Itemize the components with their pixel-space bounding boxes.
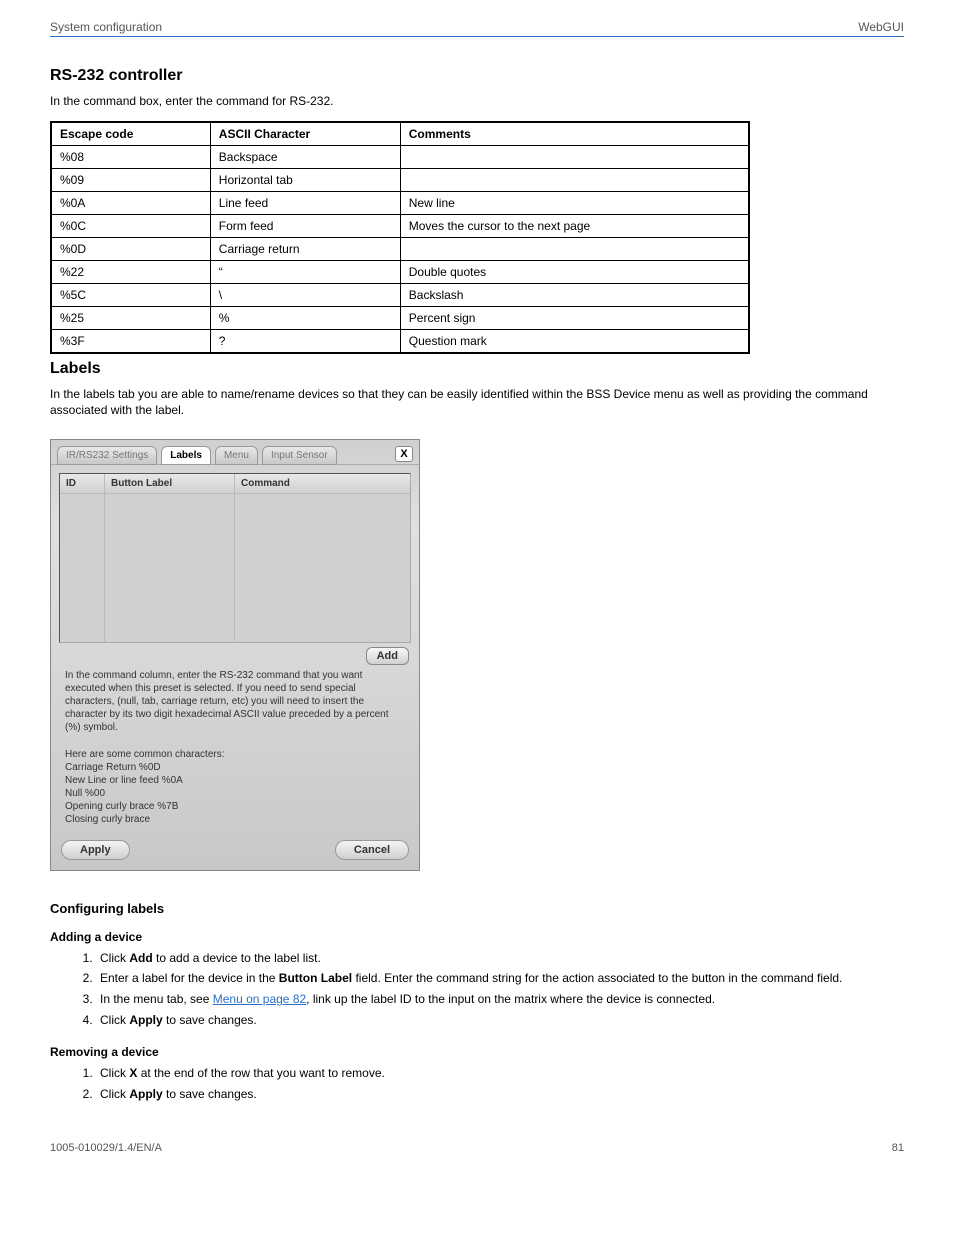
table-row: %25%Percent sign [51,307,749,330]
table-cell: Horizontal tab [210,169,400,192]
add-button[interactable]: Add [366,647,409,665]
adding-device-title: Adding a device [50,930,904,944]
th-ascii: ASCII Character [210,122,400,146]
table-cell [400,238,749,261]
table-cell: Double quotes [400,261,749,284]
labels-dialog: X IR/RS232 Settings Labels Menu Input Se… [50,439,420,871]
table-row: %22“Double quotes [51,261,749,284]
tab-menu[interactable]: Menu [215,446,258,465]
dialog-tabs: IR/RS232 Settings Labels Menu Input Sens… [51,440,419,465]
step-item: Click Add to add a device to the label l… [96,950,904,967]
adding-device-steps: Click Add to add a device to the label l… [50,950,904,1029]
step-bold: Apply [129,1013,162,1027]
step-bold: Button Label [279,971,352,985]
labels-paragraph: In the labels tab you are able to name/r… [50,386,904,418]
table-cell: %09 [51,169,210,192]
table-cell: %0C [51,215,210,238]
section-title-labels: Labels [50,360,904,378]
removing-device-title: Removing a device [50,1045,904,1059]
dialog-close-button[interactable]: X [395,446,413,462]
table-header-row: Escape code ASCII Character Comments [51,122,749,146]
step-item: Click Apply to save changes. [96,1086,904,1103]
tab-labels[interactable]: Labels [161,446,211,465]
col-header-button-label: Button Label [105,474,234,494]
table-cell: %0A [51,192,210,215]
help-line: Null %00 [65,787,405,800]
table-row: %0DCarriage return [51,238,749,261]
header-left: System configuration [50,20,162,34]
table-row: %3F?Question mark [51,330,749,354]
table-cell: Question mark [400,330,749,354]
col-header-id: ID [60,474,104,494]
table-cell: %22 [51,261,210,284]
apply-button[interactable]: Apply [61,840,130,860]
cancel-button[interactable]: Cancel [335,840,409,860]
header-right: WebGUI [858,20,904,34]
table-cell: %08 [51,146,210,169]
table-cell [400,146,749,169]
table-cell: Carriage return [210,238,400,261]
th-comments: Comments [400,122,749,146]
section-title-rs232: RS-232 controller [50,67,904,85]
intro-paragraph: In the command box, enter the command fo… [50,93,904,109]
escape-code-table: Escape code ASCII Character Comments %08… [50,121,750,354]
table-row: %0ALine feedNew line [51,192,749,215]
table-cell: Backslash [400,284,749,307]
removing-device-steps: Click X at the end of the row that you w… [50,1065,904,1103]
page-footer: 1005-010029/1.4/EN/A 81 [50,1142,904,1154]
help-common-intro: Here are some common characters: [65,748,405,761]
table-cell: ? [210,330,400,354]
page-header: System configuration WebGUI [50,20,904,37]
table-cell: New line [400,192,749,215]
table-cell: Percent sign [400,307,749,330]
table-cell: %25 [51,307,210,330]
dialog-help-common: Here are some common characters: Carriag… [59,746,411,828]
table-cell [400,169,749,192]
table-cell: \ [210,284,400,307]
table-row: %0CForm feedMoves the cursor to the next… [51,215,749,238]
dialog-help-text: In the command column, enter the RS-232 … [59,667,411,736]
step-item: Enter a label for the device in the Butt… [96,970,904,987]
table-cell: “ [210,261,400,284]
table-cell: Moves the cursor to the next page [400,215,749,238]
table-row: %09Horizontal tab [51,169,749,192]
col-header-command: Command [235,474,410,494]
footer-page-number: 81 [892,1142,904,1154]
footer-docref: 1005-010029/1.4/EN/A [50,1142,162,1154]
step-item: In the menu tab, see Menu on page 82, li… [96,991,904,1008]
step-bold: X [129,1066,137,1080]
table-cell: Line feed [210,192,400,215]
help-line: Opening curly brace %7B [65,800,405,813]
th-escape: Escape code [51,122,210,146]
table-cell: %0D [51,238,210,261]
table-cell: %3F [51,330,210,354]
help-line: Carriage Return %0D [65,761,405,774]
table-cell: % [210,307,400,330]
table-cell: Backspace [210,146,400,169]
step-link[interactable]: Menu on page 82 [213,992,306,1006]
tab-ir-rs232[interactable]: IR/RS232 Settings [57,446,157,465]
labels-grid: ID Button Label Command [59,473,411,643]
table-cell: Form feed [210,215,400,238]
table-row: %08Backspace [51,146,749,169]
help-line: New Line or line feed %0A [65,774,405,787]
config-labels-title: Configuring labels [50,901,904,916]
help-line: Closing curly brace [65,813,405,826]
step-item: Click Apply to save changes. [96,1012,904,1029]
tab-input-sensor[interactable]: Input Sensor [262,446,337,465]
step-bold: Add [129,951,152,965]
table-cell: %5C [51,284,210,307]
table-row: %5C\Backslash [51,284,749,307]
step-bold: Apply [129,1087,162,1101]
step-item: Click X at the end of the row that you w… [96,1065,904,1082]
